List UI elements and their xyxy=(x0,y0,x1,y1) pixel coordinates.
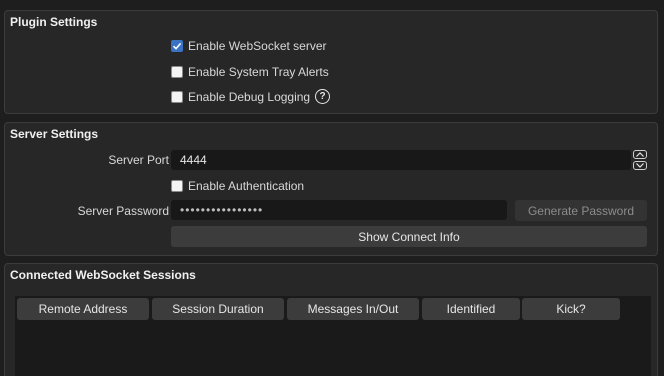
enable-auth-checkbox[interactable] xyxy=(171,180,183,192)
help-icon[interactable]: ? xyxy=(315,89,331,104)
enable-websocket-row[interactable]: Enable WebSocket server xyxy=(171,39,327,53)
port-decrement-button[interactable] xyxy=(633,161,647,170)
chevron-up-icon xyxy=(636,152,644,157)
server-settings-title: Server Settings xyxy=(10,127,99,141)
enable-auth-label: Enable Authentication xyxy=(188,179,305,193)
enable-tray-row[interactable]: Enable System Tray Alerts xyxy=(171,65,329,79)
port-increment-button[interactable] xyxy=(633,150,647,159)
sessions-table: Remote Address Session Duration Messages… xyxy=(15,296,651,376)
enable-auth-row[interactable]: Enable Authentication xyxy=(171,179,304,193)
server-port-input[interactable]: 4444 xyxy=(171,150,631,170)
chevron-down-icon xyxy=(636,163,644,168)
show-connect-info-button[interactable]: Show Connect Info xyxy=(171,226,647,247)
column-header-identified[interactable]: Identified xyxy=(422,298,520,320)
enable-debug-checkbox[interactable] xyxy=(171,90,183,103)
column-header-kick[interactable]: Kick? xyxy=(522,298,620,320)
column-header-session-duration[interactable]: Session Duration xyxy=(152,298,284,320)
enable-websocket-checkbox[interactable] xyxy=(171,40,183,52)
enable-tray-checkbox[interactable] xyxy=(171,66,183,78)
column-header-remote-address[interactable]: Remote Address xyxy=(17,298,149,320)
enable-debug-row[interactable]: Enable Debug Logging ? xyxy=(171,89,331,104)
column-header-messages[interactable]: Messages In/Out xyxy=(287,298,419,320)
enable-debug-label: Enable Debug Logging xyxy=(188,89,311,104)
server-settings-group: Server Settings Server Port 4444 Enable … xyxy=(4,122,658,256)
enable-websocket-label: Enable WebSocket server xyxy=(188,39,327,53)
plugin-settings-group: Plugin Settings Enable WebSocket server … xyxy=(4,10,658,114)
server-password-label: Server Password xyxy=(77,204,169,218)
generate-password-button[interactable]: Generate Password xyxy=(515,200,647,221)
plugin-settings-title: Plugin Settings xyxy=(10,15,98,29)
sessions-group: Connected WebSocket Sessions Remote Addr… xyxy=(4,263,658,376)
server-port-label: Server Port xyxy=(108,153,169,167)
sessions-title: Connected WebSocket Sessions xyxy=(10,268,196,282)
enable-tray-label: Enable System Tray Alerts xyxy=(188,65,329,79)
server-password-input[interactable]: •••••••••••••••• xyxy=(171,200,507,220)
checkmark-icon xyxy=(172,42,182,50)
